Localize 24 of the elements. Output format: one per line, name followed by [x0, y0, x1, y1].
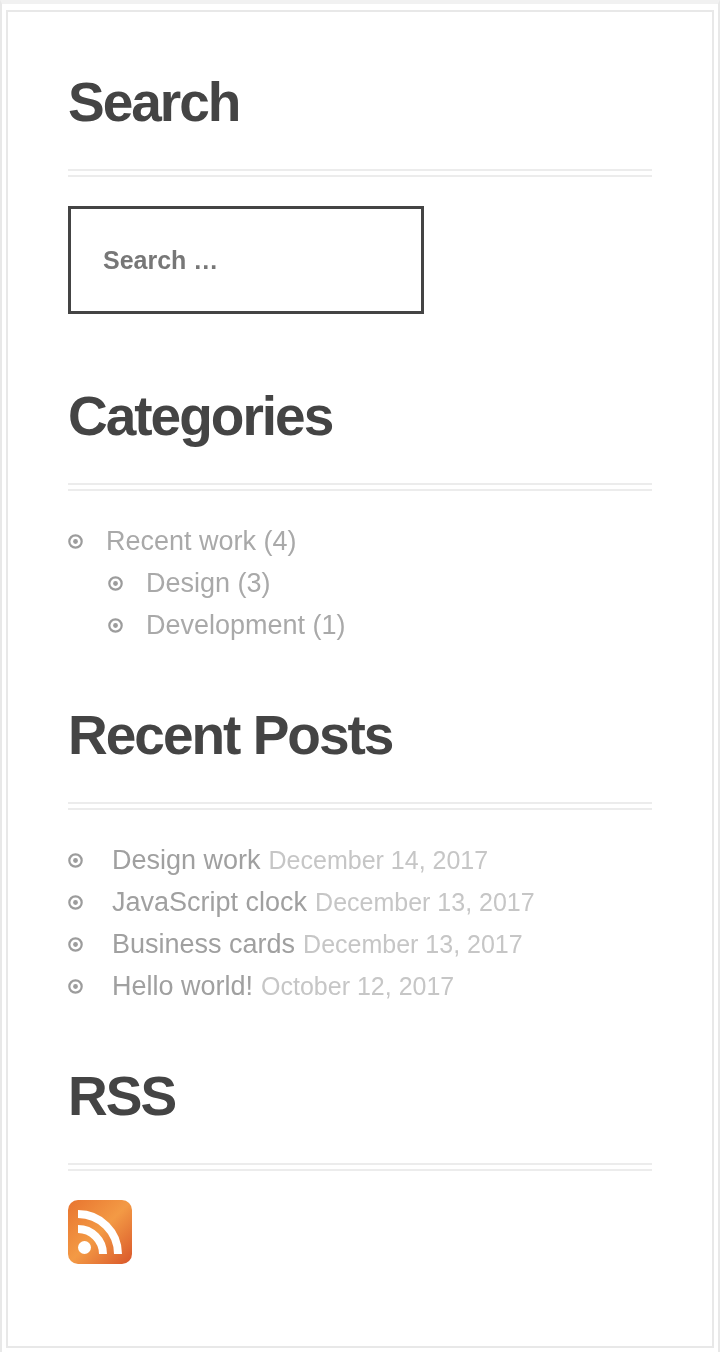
post-link[interactable]: Hello world! [112, 970, 254, 1002]
circle-dot-icon [68, 533, 83, 549]
post-link[interactable]: Design work [112, 844, 261, 876]
post-date: October 12, 2017 [261, 971, 455, 1002]
widget-title: RSS [68, 1064, 176, 1128]
category-link[interactable]: Development (1) [146, 609, 346, 641]
post-date: December 14, 2017 [268, 845, 489, 876]
circle-dot-icon [68, 852, 83, 868]
search-field[interactable]: Search … [68, 206, 424, 314]
circle-dot-icon [108, 575, 123, 591]
rss-icon[interactable] [68, 1200, 132, 1264]
circle-dot-icon [68, 936, 83, 952]
post-link[interactable]: JavaScript clock [112, 886, 308, 918]
circle-dot-icon [68, 894, 83, 910]
widget-title: Search [68, 70, 240, 134]
widget-title: Recent Posts [68, 703, 393, 767]
circle-dot-icon [108, 617, 123, 633]
widget-title: Categories [68, 384, 333, 448]
post-date: December 13, 2017 [315, 887, 535, 918]
category-link[interactable]: Design (3) [146, 567, 271, 599]
circle-dot-icon [68, 978, 83, 994]
post-date: December 13, 2017 [303, 929, 523, 960]
post-link[interactable]: Business cards [112, 928, 296, 960]
category-link[interactable]: Recent work (4) [106, 525, 297, 557]
